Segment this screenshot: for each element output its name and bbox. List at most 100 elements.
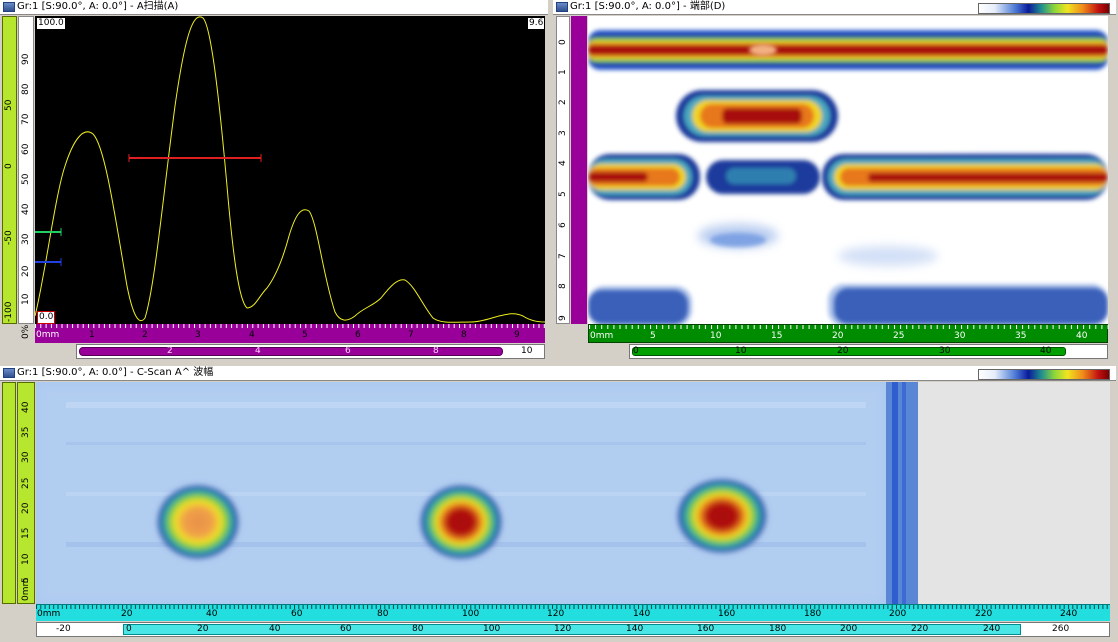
cscan-left-ruler[interactable] <box>2 382 16 604</box>
cscan-title: Gr:1 [S:90.0°, A: 0.0°] - C-Scan A^ 波幅 <box>17 367 214 378</box>
window-icon <box>3 368 15 378</box>
bscan-ruler-label: 8 <box>558 283 568 289</box>
cscan-image[interactable] <box>36 382 1110 604</box>
cscan-ruler-label: 120 <box>547 609 565 619</box>
ascan-bottom-ruler[interactable]: 0mm 1 2 3 4 5 6 7 8 9 <box>35 324 545 343</box>
bscan-ruler-unit: 0mm <box>590 331 614 341</box>
cscan-scroll-label: 200 <box>840 624 858 634</box>
bscan-scrollbar[interactable]: 0 10 20 30 40 <box>629 344 1108 359</box>
cscan-scroll-label: 60 <box>340 624 352 634</box>
cscan-scroll-label: 160 <box>697 624 715 634</box>
color-palette <box>978 3 1110 14</box>
bscan-bottom-ruler[interactable]: 0mm 5 10 15 20 25 30 35 40 <box>588 324 1109 343</box>
cscan-ruler-label: 30 <box>21 451 31 463</box>
cscan-ruler-label: 100 <box>462 609 480 619</box>
cscan-ruler-label: 15 <box>21 527 31 539</box>
cscan-ruler-label: 20 <box>21 502 31 514</box>
cscan-scrollbar[interactable]: -20 0 20 40 60 80 100 120 140 160 180 20… <box>36 622 1110 637</box>
ascan-left-ruler-label: -100 <box>4 301 14 322</box>
cscan-ruler-label: 25 <box>21 477 31 489</box>
bscan-ruler-label: 5 <box>558 191 568 197</box>
ascan-title: Gr:1 [S:90.0°, A: 0.0°] - A扫描(A) <box>17 1 179 12</box>
cscan-scroll-thumb[interactable] <box>123 624 1021 635</box>
cscan-ruler-label: 180 <box>804 609 822 619</box>
color-palette <box>978 369 1110 380</box>
bscan-ruler-label: 7 <box>558 253 568 259</box>
cscan-panel[interactable]: Gr:1 [S:90.0°, A: 0.0°] - C-Scan A^ 波幅 4… <box>0 366 1116 642</box>
cscan-scroll-label: 240 <box>983 624 1001 634</box>
amplitude-label: 0% <box>21 324 31 339</box>
cscan-ruler-label: 240 <box>1060 609 1078 619</box>
window-icon <box>556 2 568 12</box>
ascan-titlebar[interactable]: Gr:1 [S:90.0°, A: 0.0°] - A扫描(A) <box>0 0 548 15</box>
ascan-ruler-label: 3 <box>195 330 201 340</box>
ascan-scrollbar[interactable]: 2 4 6 8 10 <box>76 344 545 359</box>
amplitude-label: 40 <box>21 203 31 215</box>
bscan-title: Gr:1 [S:90.0°, A: 0.0°] - 端部(D) <box>570 1 726 12</box>
amplitude-label: 30 <box>21 233 31 245</box>
cscan-scroll-label: 0 <box>126 624 132 634</box>
cscan-scroll-label: 40 <box>269 624 281 634</box>
bscan-scroll-label: 20 <box>837 346 849 356</box>
amplitude-label: 70 <box>21 113 31 125</box>
ascan-panel[interactable]: Gr:1 [S:90.0°, A: 0.0°] - A扫描(A) 50 0 -5… <box>0 0 548 362</box>
bscan-ruler-label: 20 <box>832 331 844 341</box>
bscan-panel[interactable]: Gr:1 [S:90.0°, A: 0.0°] - 端部(D) 0 1 2 3 … <box>553 0 1116 362</box>
ascan-scroll-right-value: 10 <box>521 346 533 356</box>
bscan-ruler-label: 15 <box>771 331 783 341</box>
cscan-left-ruler-labels[interactable]: 40 35 30 25 20 15 10 5 0mm <box>17 382 35 604</box>
cscan-ruler-label: 10 <box>21 553 31 565</box>
bscan-ruler-label: 3 <box>558 130 568 136</box>
bscan-left-ruler[interactable]: 0 1 2 3 4 5 6 7 8 9 <box>556 16 570 324</box>
amplitude-label: 50 <box>21 173 31 185</box>
ascan-ruler-unit: 0mm <box>36 330 60 340</box>
bscan-depth-bar[interactable] <box>571 16 587 324</box>
ascan-top-left-value: 100.0 <box>37 18 65 29</box>
ascan-ruler-label: 4 <box>249 330 255 340</box>
cscan-scroll-right-value: 260 <box>1052 624 1070 634</box>
ascan-ruler-label: 8 <box>461 330 467 340</box>
ascan-ruler-label: 9 <box>514 330 520 340</box>
cscan-ruler-label: 40 <box>206 609 218 619</box>
ascan-scroll-thumb[interactable] <box>79 347 503 356</box>
ascan-amplitude-ruler[interactable]: 90 80 70 60 50 40 30 20 10 0% <box>18 16 34 339</box>
amplitude-label: 10 <box>21 293 31 305</box>
bscan-ruler-label: 6 <box>558 222 568 228</box>
ascan-plot[interactable] <box>35 16 545 324</box>
cscan-ruler-unit: 0mm <box>37 609 61 619</box>
bscan-ruler-label: 10 <box>710 331 722 341</box>
ascan-scroll-label: 2 <box>167 346 173 356</box>
bscan-scroll-thumb[interactable] <box>632 347 1066 356</box>
cscan-scroll-label: 220 <box>911 624 929 634</box>
ascan-ruler-label: 5 <box>302 330 308 340</box>
ascan-left-ruler-label: 50 <box>4 99 14 111</box>
cscan-bottom-ruler[interactable]: 0mm 20 40 60 80 100 120 140 160 180 200 … <box>36 604 1110 621</box>
cscan-ruler-label: 140 <box>633 609 651 619</box>
bscan-ruler-label: 0 <box>558 39 568 45</box>
ascan-left-ruler-label: -50 <box>4 230 14 245</box>
cscan-scroll-label: 80 <box>412 624 424 634</box>
cscan-ruler-unit: 0mm <box>21 577 31 601</box>
cscan-ruler-label: 20 <box>121 609 133 619</box>
bscan-titlebar[interactable]: Gr:1 [S:90.0°, A: 0.0°] - 端部(D) <box>553 0 1116 15</box>
cscan-scroll-label: 100 <box>483 624 501 634</box>
ascan-left-ruler[interactable]: 50 0 -50 -100 <box>2 16 17 324</box>
bscan-scroll-label: 10 <box>735 346 747 356</box>
bscan-ruler-label: 2 <box>558 99 568 105</box>
bscan-ruler-label: 4 <box>558 160 568 166</box>
bscan-ruler-label: 9 <box>558 315 568 321</box>
cscan-scroll-label: 180 <box>769 624 787 634</box>
ascan-left-ruler-label: 0 <box>4 163 14 169</box>
window-icon <box>3 2 15 12</box>
ascan-ruler-label: 6 <box>355 330 361 340</box>
bscan-ruler-label: 30 <box>954 331 966 341</box>
cscan-titlebar[interactable]: Gr:1 [S:90.0°, A: 0.0°] - C-Scan A^ 波幅 <box>0 366 1116 381</box>
bscan-image[interactable] <box>588 16 1108 324</box>
ascan-bottom-left-value: 0.0 <box>37 311 56 324</box>
cscan-ruler-label: 60 <box>291 609 303 619</box>
bscan-ruler-label: 35 <box>1015 331 1027 341</box>
cscan-scroll-label: 20 <box>197 624 209 634</box>
ascan-ruler-label: 2 <box>142 330 148 340</box>
bscan-ruler-label: 1 <box>558 69 568 75</box>
bscan-scroll-label: 0 <box>633 346 639 356</box>
